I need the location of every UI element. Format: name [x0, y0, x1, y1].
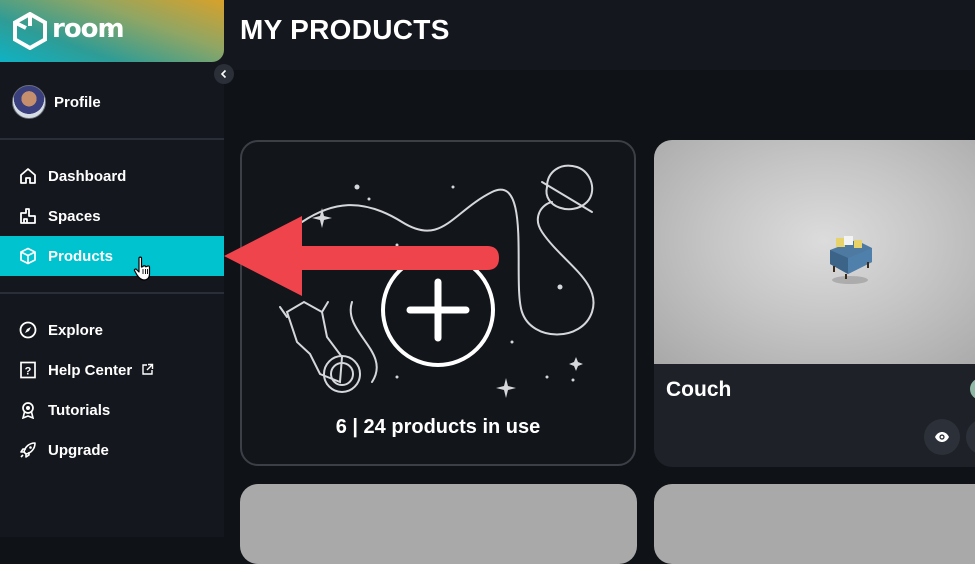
nav-item-label: Tutorials	[48, 401, 111, 419]
compass-icon	[18, 320, 38, 340]
nav-item-label: Dashboard	[48, 167, 127, 185]
nav-item-help-center[interactable]: ? Help Center	[0, 350, 224, 390]
product-card[interactable]	[654, 484, 975, 564]
product-thumbnail[interactable]	[654, 140, 975, 364]
product-card[interactable]	[240, 484, 637, 564]
cube-icon	[18, 246, 38, 266]
home-icon	[18, 166, 38, 186]
svg-text:?: ?	[25, 366, 32, 378]
product-card[interactable]: Couch	[654, 140, 975, 467]
nav-item-label: Explore	[48, 321, 104, 339]
brand-suffix: .com	[106, 22, 113, 38]
preview-button[interactable]	[924, 419, 960, 455]
sidebar: room .com Profile Dashboard Spaces Produ…	[0, 0, 224, 537]
header: MY PRODUCTS	[224, 0, 975, 70]
nav-item-spaces[interactable]: Spaces	[0, 196, 224, 236]
page-title: MY PRODUCTS	[240, 14, 450, 45]
more-button[interactable]	[966, 419, 975, 455]
help-icon: ?	[18, 360, 38, 380]
divider	[0, 292, 224, 294]
divider	[0, 138, 224, 140]
brand-logo[interactable]: room .com	[0, 0, 224, 62]
nav-item-upgrade[interactable]: Upgrade	[0, 430, 224, 470]
nav-item-label: Help Center	[48, 361, 133, 379]
product-usage-count: 6 | 24 products in use	[335, 416, 541, 438]
profile-label: Profile	[54, 93, 101, 111]
profile-link[interactable]: Profile	[12, 85, 101, 119]
nav-item-label: Upgrade	[48, 441, 109, 459]
hand-cursor-icon	[133, 256, 151, 281]
nav-item-dashboard[interactable]: Dashboard	[0, 156, 224, 196]
avatar	[12, 85, 46, 119]
nav-item-label: Products	[48, 247, 114, 265]
status-indicator	[970, 378, 975, 400]
nav-item-label: Spaces	[48, 207, 101, 225]
rocket-icon	[18, 440, 38, 460]
nav-item-products[interactable]: Products	[0, 236, 224, 276]
nav-item-tutorials[interactable]: Tutorials	[0, 390, 224, 430]
award-icon	[18, 400, 38, 420]
couch-image	[830, 236, 872, 284]
external-link-icon	[141, 363, 154, 381]
add-product-card[interactable]: 6 | 24 products in use	[240, 140, 636, 466]
chevron-left-icon	[220, 69, 227, 79]
nav-item-explore[interactable]: Explore	[0, 310, 224, 350]
eye-icon	[935, 432, 949, 442]
logo-hex-icon	[13, 12, 47, 50]
annotation-arrow	[224, 216, 499, 296]
spaces-icon	[18, 206, 38, 226]
collapse-sidebar-button[interactable]	[214, 64, 234, 84]
product-name: Couch	[666, 378, 732, 401]
